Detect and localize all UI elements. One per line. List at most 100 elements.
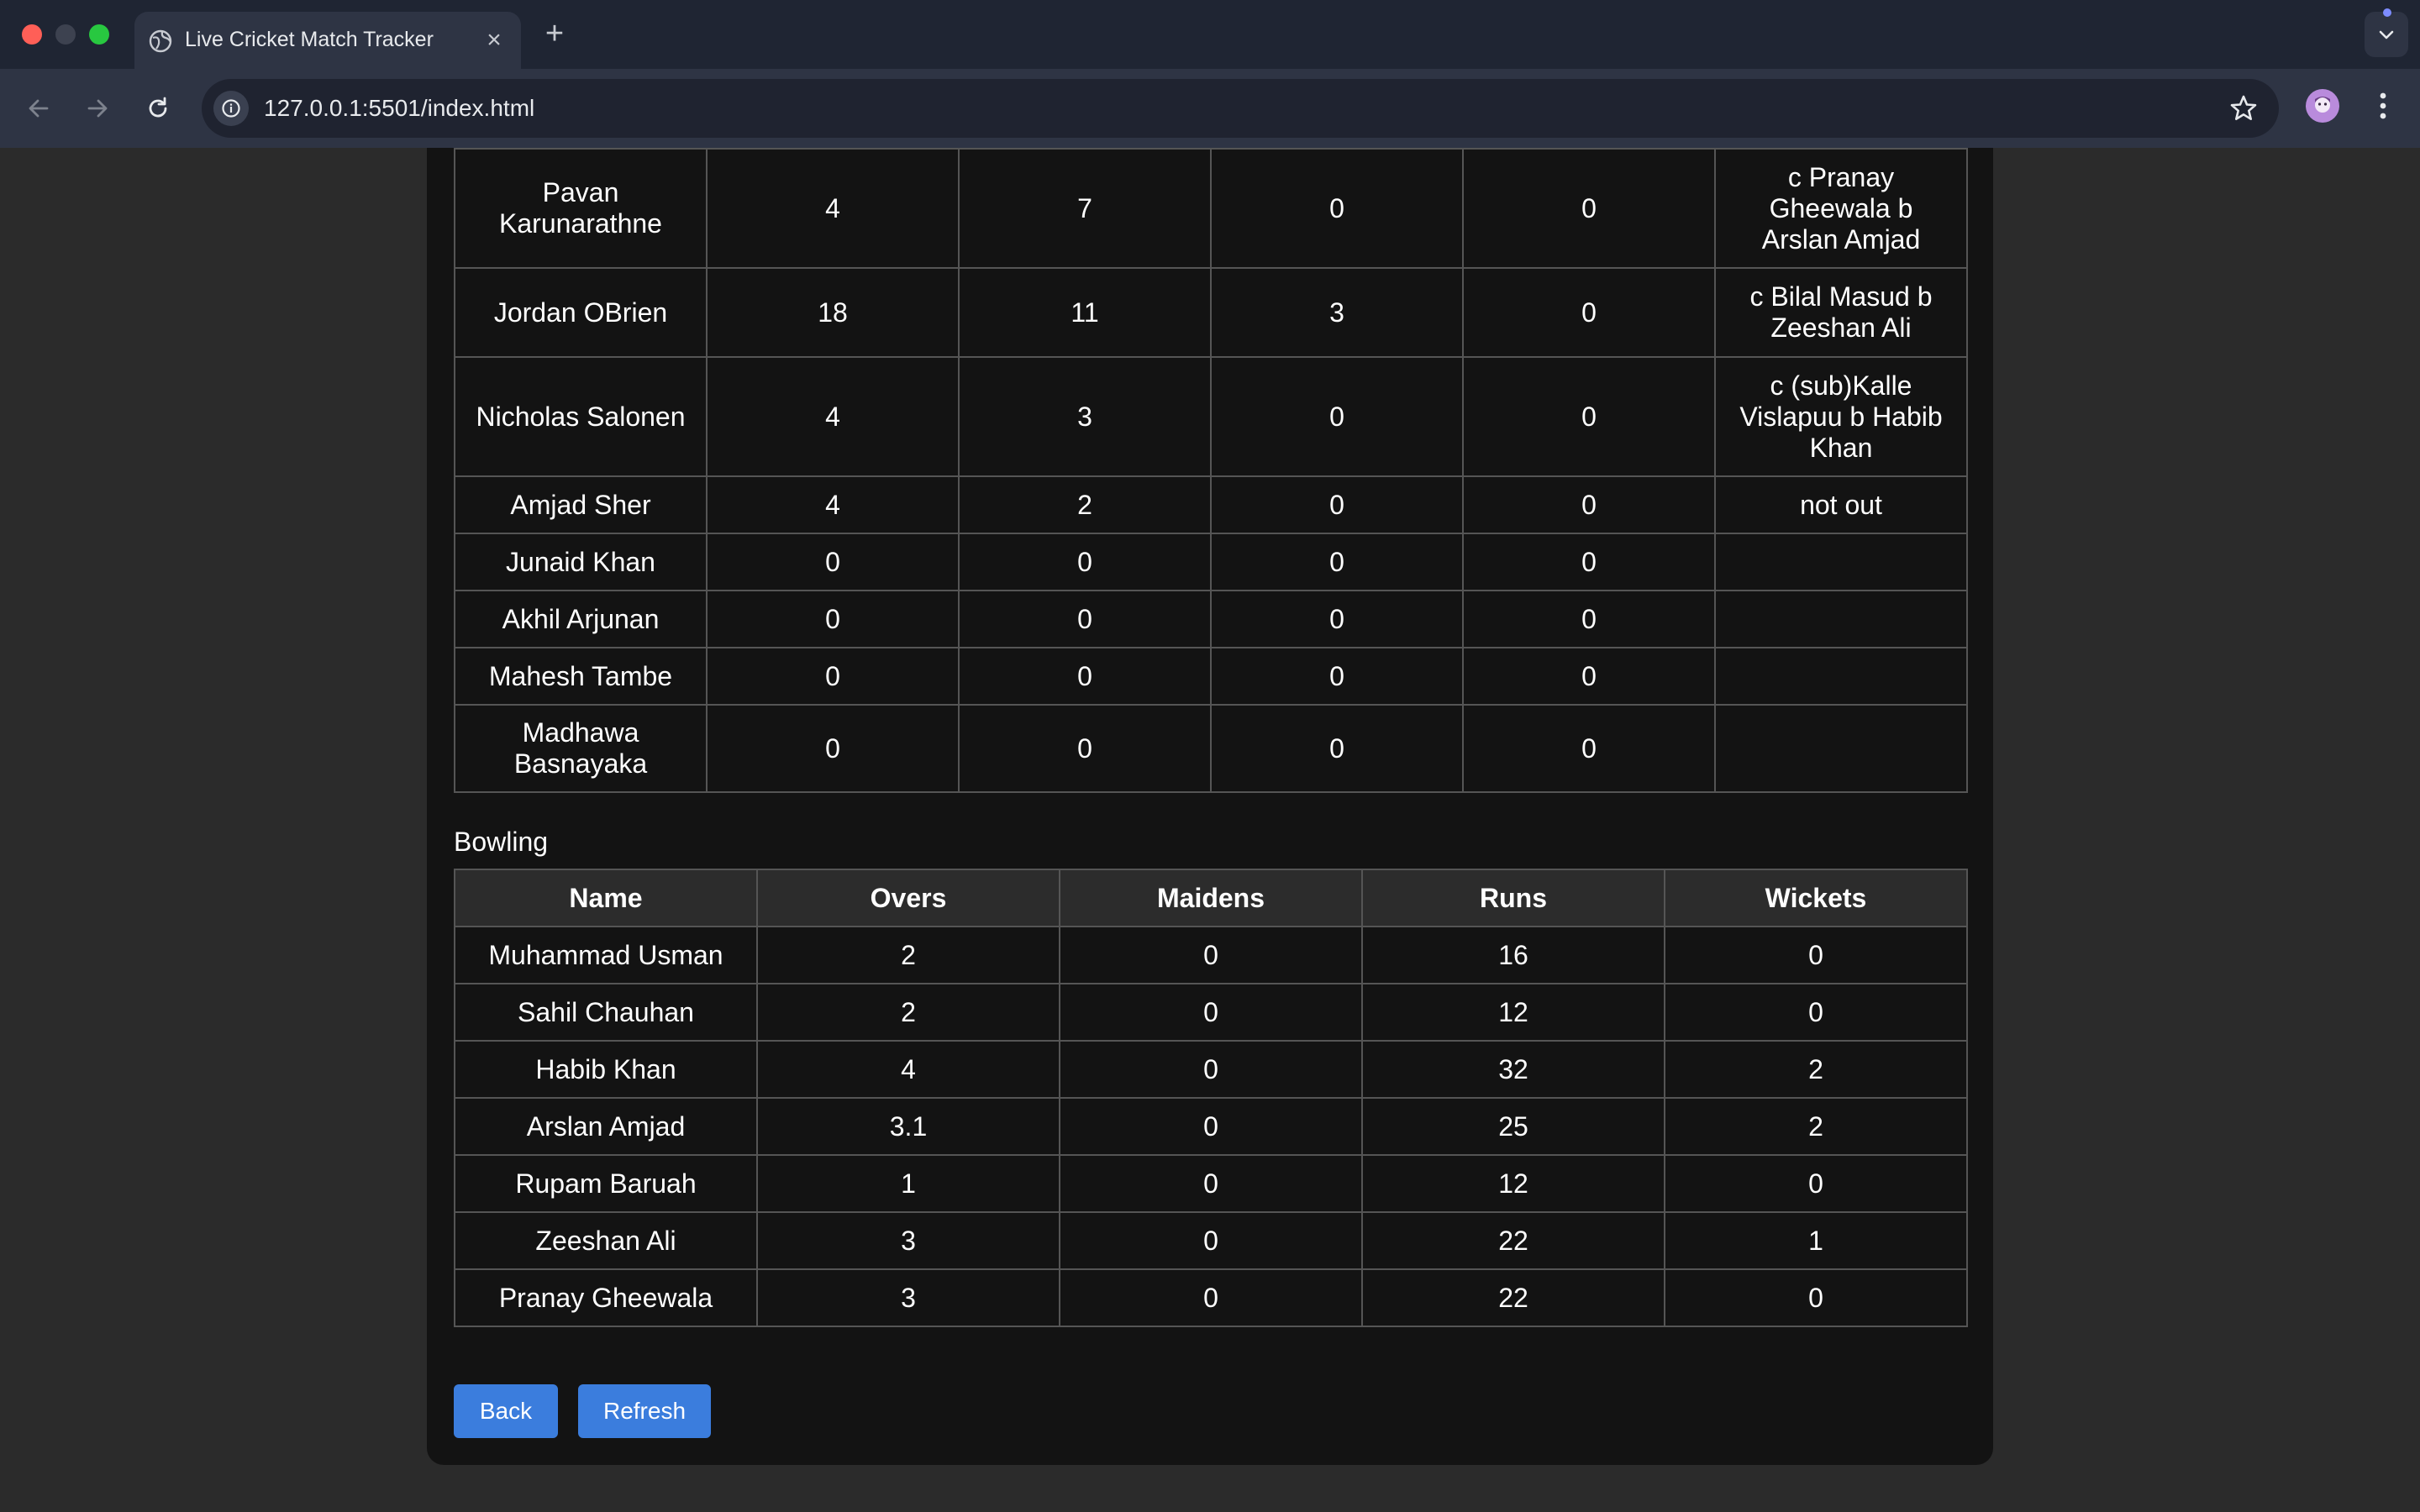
- bowler-runs: 22: [1361, 1211, 1665, 1270]
- browser-tab[interactable]: Live Cricket Match Tracker ×: [134, 12, 521, 69]
- batter-name: Akhil Arjunan: [454, 590, 708, 648]
- bowler-runs: 12: [1361, 983, 1665, 1042]
- forward-arrow-button[interactable]: [77, 88, 118, 129]
- bowler-name: Pranay Gheewala: [454, 1268, 758, 1327]
- tab-search-button[interactable]: [2365, 12, 2408, 57]
- batter-fours: 3: [1210, 267, 1464, 358]
- bowling-table-body: Muhammad Usman 2 0 16 0 Sahil Chauhan 2 …: [454, 926, 1968, 1327]
- bowler-runs: 16: [1361, 926, 1665, 984]
- bowler-maidens: 0: [1059, 1040, 1363, 1099]
- bowler-runs: 12: [1361, 1154, 1665, 1213]
- batter-dismissal: [1714, 533, 1968, 591]
- batter-balls: 2: [958, 475, 1212, 534]
- bowling-table-header: Name Overs Maidens Runs Wickets: [454, 869, 1968, 927]
- window-zoom-button[interactable]: [89, 24, 109, 45]
- bowler-overs: 4: [756, 1040, 1060, 1099]
- batter-balls: 0: [958, 590, 1212, 648]
- batting-row: Madhawa Basnayaka 0 0 0 0: [454, 704, 1968, 793]
- bowler-maidens: 0: [1059, 983, 1363, 1042]
- batter-sixes: 0: [1462, 704, 1716, 793]
- batter-name: Madhawa Basnayaka: [454, 704, 708, 793]
- bowling-row: Muhammad Usman 2 0 16 0: [454, 926, 1968, 984]
- batter-balls: 11: [958, 267, 1212, 358]
- address-bar[interactable]: 127.0.0.1:5501/index.html: [202, 79, 2279, 138]
- bowler-name: Sahil Chauhan: [454, 983, 758, 1042]
- kebab-menu-icon[interactable]: [2368, 87, 2398, 124]
- column-header-runs: Runs: [1361, 869, 1665, 927]
- batter-runs: 4: [706, 475, 960, 534]
- bookmark-star-icon[interactable]: [2228, 93, 2259, 123]
- back-button[interactable]: Back: [454, 1384, 558, 1438]
- tab-title: Live Cricket Match Tracker: [185, 28, 434, 51]
- bowler-overs: 3: [756, 1211, 1060, 1270]
- profile-avatar[interactable]: [2306, 89, 2339, 123]
- window-minimize-button[interactable]: [55, 24, 76, 45]
- bowling-heading: Bowling: [454, 827, 549, 857]
- bowler-wickets: 2: [1664, 1097, 1968, 1156]
- info-icon: [222, 99, 240, 118]
- bowling-table: Name Overs Maidens Runs Wickets Muhammad…: [454, 869, 1968, 1327]
- batter-fours: 0: [1210, 475, 1464, 534]
- batter-dismissal: not out: [1714, 475, 1968, 534]
- arrow-right-icon: [87, 99, 108, 118]
- batter-fours: 0: [1210, 590, 1464, 648]
- batter-sixes: 0: [1462, 533, 1716, 591]
- bowler-wickets: 0: [1664, 926, 1968, 984]
- profile-face-icon: [2315, 97, 2330, 113]
- notification-dot: [2383, 8, 2391, 17]
- batting-row: Mahesh Tambe 0 0 0 0: [454, 647, 1968, 706]
- bowler-overs: 1: [756, 1154, 1060, 1213]
- scorecard-container: Pavan Karunarathne 4 7 0 0 c Pranay Ghee…: [427, 148, 1993, 1465]
- window-close-button[interactable]: [22, 24, 42, 45]
- batter-name: Mahesh Tambe: [454, 647, 708, 706]
- back-arrow-button[interactable]: [18, 88, 59, 129]
- refresh-button[interactable]: Refresh: [578, 1384, 711, 1438]
- batting-row: Jordan OBrien 18 11 3 0 c Bilal Masud b …: [454, 267, 1968, 358]
- bowler-maidens: 0: [1059, 1211, 1363, 1270]
- bowler-maidens: 0: [1059, 1097, 1363, 1156]
- tab-close-icon[interactable]: ×: [479, 25, 509, 55]
- arrow-left-icon: [29, 99, 49, 118]
- batter-balls: 0: [958, 533, 1212, 591]
- batter-fours: 0: [1210, 356, 1464, 477]
- batter-runs: 4: [706, 356, 960, 477]
- bowler-maidens: 0: [1059, 1268, 1363, 1327]
- bowling-row: Pranay Gheewala 3 0 22 0: [454, 1268, 1968, 1327]
- batter-dismissal: [1714, 590, 1968, 648]
- bowler-wickets: 0: [1664, 983, 1968, 1042]
- bowling-row: Sahil Chauhan 2 0 12 0: [454, 983, 1968, 1042]
- batter-runs: 0: [706, 704, 960, 793]
- batter-sixes: 0: [1462, 475, 1716, 534]
- batter-sixes: 0: [1462, 590, 1716, 648]
- bowler-wickets: 0: [1664, 1268, 1968, 1327]
- bowler-overs: 2: [756, 926, 1060, 984]
- batter-sixes: 0: [1462, 356, 1716, 477]
- reload-button[interactable]: [138, 88, 178, 129]
- batter-runs: 4: [706, 148, 960, 269]
- batter-dismissal: [1714, 704, 1968, 793]
- chevron-down-icon: [2379, 30, 2394, 39]
- batter-fours: 0: [1210, 647, 1464, 706]
- bowler-runs: 22: [1361, 1268, 1665, 1327]
- batter-sixes: 0: [1462, 647, 1716, 706]
- bowler-maidens: 0: [1059, 926, 1363, 984]
- bowler-overs: 3: [756, 1268, 1060, 1327]
- browser-tab-strip: Live Cricket Match Tracker × +: [0, 0, 2420, 69]
- batting-row: Pavan Karunarathne 4 7 0 0 c Pranay Ghee…: [454, 148, 1968, 269]
- bowling-row: Arslan Amjad 3.1 0 25 2: [454, 1097, 1968, 1156]
- new-tab-plus-icon[interactable]: +: [538, 15, 571, 52]
- bowler-name: Rupam Baruah: [454, 1154, 758, 1213]
- bowler-overs: 3.1: [756, 1097, 1060, 1156]
- column-header-overs: Overs: [756, 869, 1060, 927]
- site-info-button[interactable]: [213, 91, 249, 126]
- batter-balls: 3: [958, 356, 1212, 477]
- browser-toolbar: 127.0.0.1:5501/index.html: [0, 69, 2420, 148]
- batting-row: Junaid Khan 0 0 0 0: [454, 533, 1968, 591]
- bowler-name: Habib Khan: [454, 1040, 758, 1099]
- column-header-maidens: Maidens: [1059, 869, 1363, 927]
- batter-dismissal: c Bilal Masud b Zeeshan Ali: [1714, 267, 1968, 358]
- batter-sixes: 0: [1462, 148, 1716, 269]
- bowler-name: Muhammad Usman: [454, 926, 758, 984]
- batter-fours: 0: [1210, 533, 1464, 591]
- batter-runs: 0: [706, 533, 960, 591]
